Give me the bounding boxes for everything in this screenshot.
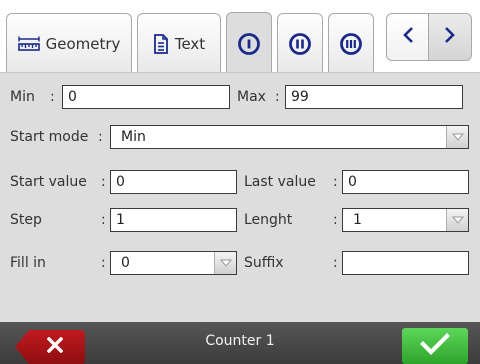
- length-value: 1: [353, 212, 362, 228]
- ruler-icon: [17, 34, 40, 54]
- counter-settings-panel: Min : 0 Max : 99 Start mode : Min Start …: [0, 72, 480, 322]
- start-mode-label: Start mode: [10, 129, 89, 145]
- tab-geometry-label: Geometry: [45, 35, 121, 53]
- step-colon: :: [101, 212, 106, 228]
- tab-geometry[interactable]: Geometry: [6, 13, 132, 72]
- confirm-button[interactable]: [402, 328, 468, 364]
- circle-one-icon: [237, 32, 261, 56]
- tab-counter-3[interactable]: [328, 13, 374, 72]
- fill-in-dropdown[interactable]: 0: [110, 251, 237, 275]
- chevron-down-icon[interactable]: [214, 252, 236, 274]
- circle-three-icon: [339, 32, 363, 56]
- last-value-label: Last value: [244, 174, 316, 190]
- bottom-action-bar: Counter 1: [0, 322, 480, 364]
- text-document-icon: [153, 34, 169, 54]
- step-input[interactable]: 1: [110, 208, 237, 232]
- min-colon: :: [50, 89, 55, 105]
- step-label: Step: [10, 212, 42, 228]
- fill-in-value: 0: [121, 255, 130, 271]
- start-mode-dropdown[interactable]: Min: [110, 125, 469, 149]
- start-value-colon: :: [101, 174, 106, 190]
- fill-in-label: Fill in: [10, 255, 46, 271]
- start-value-label: Start value: [10, 174, 87, 190]
- length-dropdown[interactable]: 1: [342, 208, 469, 232]
- last-value-input[interactable]: 0: [342, 170, 469, 194]
- length-label: Lenght: [244, 212, 293, 228]
- tab-counter-2[interactable]: [277, 13, 323, 72]
- chevron-left-icon: [402, 26, 414, 48]
- chevron-right-icon: [444, 26, 456, 48]
- length-colon: :: [333, 212, 338, 228]
- tab-strip: Geometry Text: [0, 0, 480, 72]
- min-input[interactable]: 0: [62, 85, 230, 109]
- tab-counter-1[interactable]: [226, 12, 272, 72]
- scroll-tabs-right-button[interactable]: [429, 13, 472, 61]
- circle-two-icon: [288, 32, 312, 56]
- start-mode-value: Min: [121, 129, 146, 145]
- suffix-label: Suffix: [244, 255, 284, 271]
- max-colon: :: [275, 89, 280, 105]
- last-value-colon: :: [333, 174, 338, 190]
- scroll-tabs-left-button[interactable]: [386, 13, 429, 61]
- suffix-input[interactable]: [342, 251, 469, 275]
- tab-text[interactable]: Text: [137, 13, 221, 72]
- tab-text-label: Text: [174, 35, 206, 53]
- chevron-down-icon[interactable]: [446, 126, 468, 148]
- start-mode-colon: :: [98, 129, 103, 145]
- start-value-input[interactable]: 0: [110, 170, 237, 194]
- max-label: Max: [237, 89, 266, 105]
- chevron-down-icon[interactable]: [446, 209, 468, 231]
- max-input[interactable]: 99: [285, 85, 463, 109]
- fill-in-colon: :: [101, 255, 106, 271]
- suffix-colon: :: [333, 255, 338, 271]
- checkmark-icon: [420, 333, 450, 359]
- min-label: Min: [10, 89, 35, 105]
- tab-scroll-buttons: [386, 13, 472, 61]
